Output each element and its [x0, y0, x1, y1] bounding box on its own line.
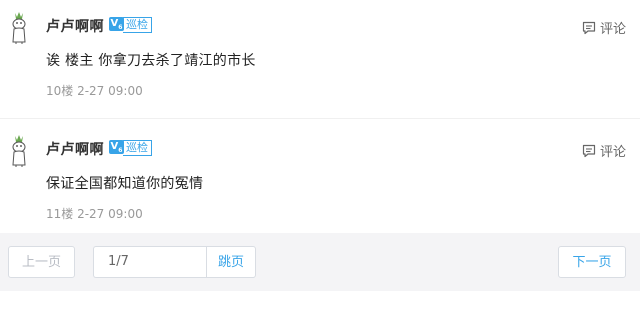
- next-page-button[interactable]: 下一页: [558, 246, 626, 278]
- post-content: 诶 楼主 你拿刀去杀了靖江的市长: [46, 53, 256, 69]
- vip-level-badge: V6: [109, 17, 124, 31]
- comment-icon: [582, 21, 596, 34]
- pagination-bar: 上一页 1/7 跳页 下一页: [0, 233, 640, 291]
- jump-page-button[interactable]: 跳页: [206, 246, 256, 278]
- page-number-input[interactable]: 1/7: [93, 246, 206, 278]
- comment-label: 评论: [599, 145, 626, 160]
- comment-icon: [582, 144, 596, 157]
- post-content: 保证全国都知道你的冤情: [46, 176, 204, 192]
- vip-level-badge: V6: [109, 140, 124, 154]
- comment-button[interactable]: 评论: [582, 18, 626, 37]
- username[interactable]: 卢卢啊啊: [46, 139, 104, 159]
- comment-button[interactable]: 评论: [582, 141, 626, 160]
- prev-page-button[interactable]: 上一页: [8, 246, 75, 278]
- vip-level: 6: [118, 24, 123, 31]
- divider: [0, 118, 640, 119]
- role-badge: 巡检: [123, 140, 152, 156]
- role-badge: 巡检: [123, 17, 152, 33]
- post-meta: 11楼 2-27 09:00: [46, 207, 143, 221]
- comment-label: 评论: [599, 22, 626, 37]
- avatar[interactable]: [8, 134, 30, 168]
- post-item: 卢卢啊啊 V6 巡检 评论 诶 楼主 你拿刀去杀了靖江的市长 10楼 2-27 …: [0, 0, 640, 119]
- avatar[interactable]: [8, 11, 30, 45]
- vip-level: 6: [118, 147, 123, 154]
- post-meta: 10楼 2-27 09:00: [46, 84, 143, 98]
- post-item: 卢卢啊啊 V6 巡检 评论 保证全国都知道你的冤情 11楼 2-27 09:00: [0, 123, 640, 233]
- username[interactable]: 卢卢啊啊: [46, 16, 104, 36]
